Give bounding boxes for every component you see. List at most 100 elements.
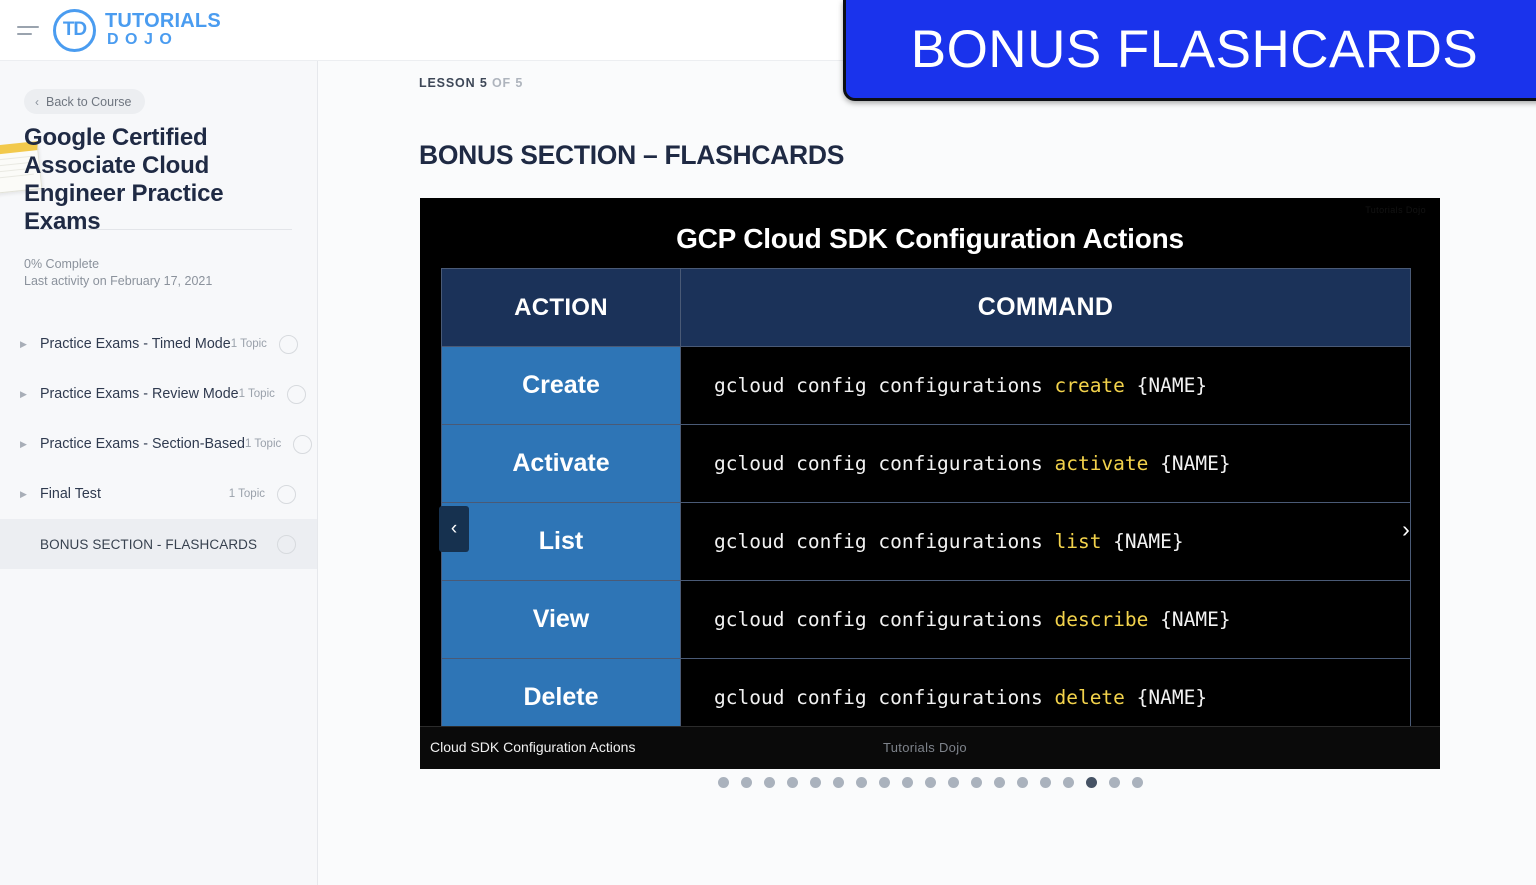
cell-action: List — [441, 502, 681, 581]
cell-command: gcloud config configurations activate {N… — [680, 424, 1411, 503]
command-prefix: gcloud config configurations — [714, 608, 1055, 631]
carousel-dot-13[interactable] — [1016, 777, 1028, 788]
carousel-dot-0[interactable] — [717, 777, 729, 788]
carousel-dot-3[interactable] — [786, 777, 798, 788]
carousel-pagination — [420, 777, 1440, 788]
table-row: List gcloud config configurations list {N… — [441, 502, 1411, 581]
next-card-button[interactable]: › — [1391, 506, 1421, 552]
sidebar-item-1[interactable]: ▶ Practice Exams - Review Mode 1 Topic — [0, 369, 317, 419]
command-suffix: {NAME} — [1148, 452, 1231, 475]
expand-triangle-icon[interactable]: ▶ — [20, 439, 30, 450]
bonus-banner-label: BONUS FLASHCARDS — [910, 19, 1479, 79]
carousel-dot-1[interactable] — [740, 777, 752, 788]
carousel-dot-9[interactable] — [924, 777, 936, 788]
course-title: Google Certified Associate Cloud Enginee… — [24, 124, 224, 236]
carousel-dot-10[interactable] — [947, 777, 959, 788]
cell-command: gcloud config configurations list {NAME} — [680, 502, 1411, 581]
brand-line-2: DOJO — [107, 31, 179, 49]
sidebar-item-label: Practice Exams - Review Mode — [40, 386, 239, 402]
flashcard-slide: Tutorials Dojo GCP Cloud SDK Configurati… — [420, 198, 1440, 769]
command-suffix: {NAME} — [1148, 608, 1231, 631]
expand-triangle-icon[interactable]: ▶ — [20, 339, 30, 350]
carousel-dot-6[interactable] — [855, 777, 867, 788]
command-keyword: delete — [1054, 686, 1125, 709]
main-content: LESSON 5 OF 5 BONUS SECTION – FLASHCARDS… — [318, 61, 1536, 885]
column-header-command: COMMAND — [680, 268, 1411, 347]
cell-action: Activate — [441, 424, 681, 503]
table-row: Activate gcloud config configurations act… — [441, 424, 1411, 503]
cell-action: View — [441, 580, 681, 659]
chevron-left-icon: ‹ — [35, 94, 39, 109]
sidebar-item-label: Practice Exams - Timed Mode — [40, 336, 231, 352]
completion-circle-icon — [277, 534, 296, 554]
hamburger-line — [17, 32, 32, 35]
completion-circle-icon — [278, 334, 298, 354]
command-suffix: {NAME} — [1124, 686, 1208, 709]
brand-text: TUTORIALS DOJO — [105, 11, 221, 49]
sidebar-item-2[interactable]: ▶ Practice Exams - Section-Based 1 Topic — [0, 419, 317, 469]
sidebar-item-label: Final Test — [40, 486, 101, 502]
flashcard-table: ACTION COMMAND Create gcloud config confi… — [441, 268, 1411, 737]
sidebar-item-label: BONUS SECTION - FLASHCARDS — [40, 536, 258, 552]
sidebar-item-4[interactable]: BONUS SECTION - FLASHCARDS — [0, 519, 317, 569]
command-suffix: {NAME} — [1124, 374, 1208, 397]
sidebar-item-label: Practice Exams - Section-Based — [40, 436, 246, 452]
carousel-dot-11[interactable] — [970, 777, 982, 788]
table-body: Create gcloud config configurations creat… — [441, 346, 1411, 737]
flashcard-heading: GCP Cloud SDK Configuration Actions — [676, 223, 1184, 254]
command-keyword: activate — [1054, 452, 1149, 475]
expand-triangle-icon[interactable]: ▶ — [20, 389, 30, 400]
column-header-action: ACTION — [441, 268, 681, 347]
sidebar-divider — [24, 229, 292, 230]
carousel-dot-12[interactable] — [993, 777, 1005, 788]
sidebar-item-0[interactable]: ▶ Practice Exams - Timed Mode 1 Topic — [0, 319, 317, 369]
cell-action: Create — [441, 346, 681, 425]
expand-triangle-icon[interactable]: ▶ — [20, 489, 30, 500]
command-prefix: gcloud config configurations — [714, 374, 1055, 397]
flashcard-footer: Cloud SDK Configuration Actions Tutorial… — [420, 726, 1440, 769]
lesson-total: OF 5 — [491, 76, 524, 90]
back-to-course-label: Back to Course — [46, 94, 132, 109]
command-keyword: describe — [1054, 608, 1149, 631]
flashcard-watermark-top: Tutorials Dojo — [1365, 205, 1426, 215]
bonus-flashcards-banner: BONUS FLASHCARDS — [843, 0, 1536, 101]
flashcard-footer-caption: Cloud SDK Configuration Actions — [430, 739, 636, 755]
carousel-dot-7[interactable] — [878, 777, 890, 788]
page-title: BONUS SECTION – FLASHCARDS — [419, 140, 845, 170]
carousel-dot-2[interactable] — [763, 777, 775, 788]
prev-card-button[interactable]: ‹ — [439, 506, 469, 552]
table-row: Delete gcloud config configurations delet… — [441, 658, 1411, 737]
brand-logo[interactable]: TD TUTORIALS DOJO — [53, 8, 221, 52]
sidebar-item-3[interactable]: ▶ Final Test 1 Topic — [0, 469, 317, 519]
table-row: View gcloud config configurations describ… — [441, 580, 1411, 659]
back-to-course-button[interactable]: ‹ Back to Course — [24, 89, 146, 114]
table-row: Create gcloud config configurations creat… — [441, 346, 1411, 425]
carousel-dot-17[interactable] — [1108, 777, 1120, 788]
carousel-dot-14[interactable] — [1039, 777, 1051, 788]
carousel-dot-16[interactable] — [1085, 777, 1097, 788]
command-prefix: gcloud config configurations — [714, 686, 1055, 709]
brand-line-1: TUTORIALS — [105, 10, 221, 33]
table-header: ACTION COMMAND — [441, 268, 1411, 347]
completion-circle-icon — [286, 384, 306, 404]
cell-command: gcloud config configurations describe {N… — [680, 580, 1411, 659]
completion-circle-icon — [293, 434, 313, 454]
carousel-dot-18[interactable] — [1131, 777, 1143, 788]
sidebar-item-topic-count: 1 Topic — [245, 438, 282, 450]
course-sidebar: ‹ Back to Course Google Certified Associ… — [0, 61, 318, 885]
carousel-dot-5[interactable] — [832, 777, 844, 788]
sidebar-item-topic-count: 1 Topic — [230, 338, 267, 350]
hamburger-icon[interactable] — [17, 25, 39, 35]
cell-command: gcloud config configurations delete {NAM… — [680, 658, 1411, 737]
carousel-dot-15[interactable] — [1062, 777, 1074, 788]
td-badge-icon: TD — [53, 8, 96, 52]
carousel-dot-8[interactable] — [901, 777, 913, 788]
sidebar-item-topic-count: 1 Topic — [238, 388, 275, 400]
command-keyword: list — [1054, 530, 1102, 553]
carousel-dot-4[interactable] — [809, 777, 821, 788]
command-prefix: gcloud config configurations — [714, 530, 1055, 553]
lesson-breadcrumb: LESSON 5 OF 5 — [419, 76, 523, 90]
completion-circle-icon — [277, 484, 296, 504]
page-root: TD TUTORIALS DOJO BONUS FLASHCARDS ‹ Bac… — [0, 0, 1536, 885]
course-nav-list: ▶ Practice Exams - Timed Mode 1 Topic ▶ Prac… — [0, 319, 317, 569]
